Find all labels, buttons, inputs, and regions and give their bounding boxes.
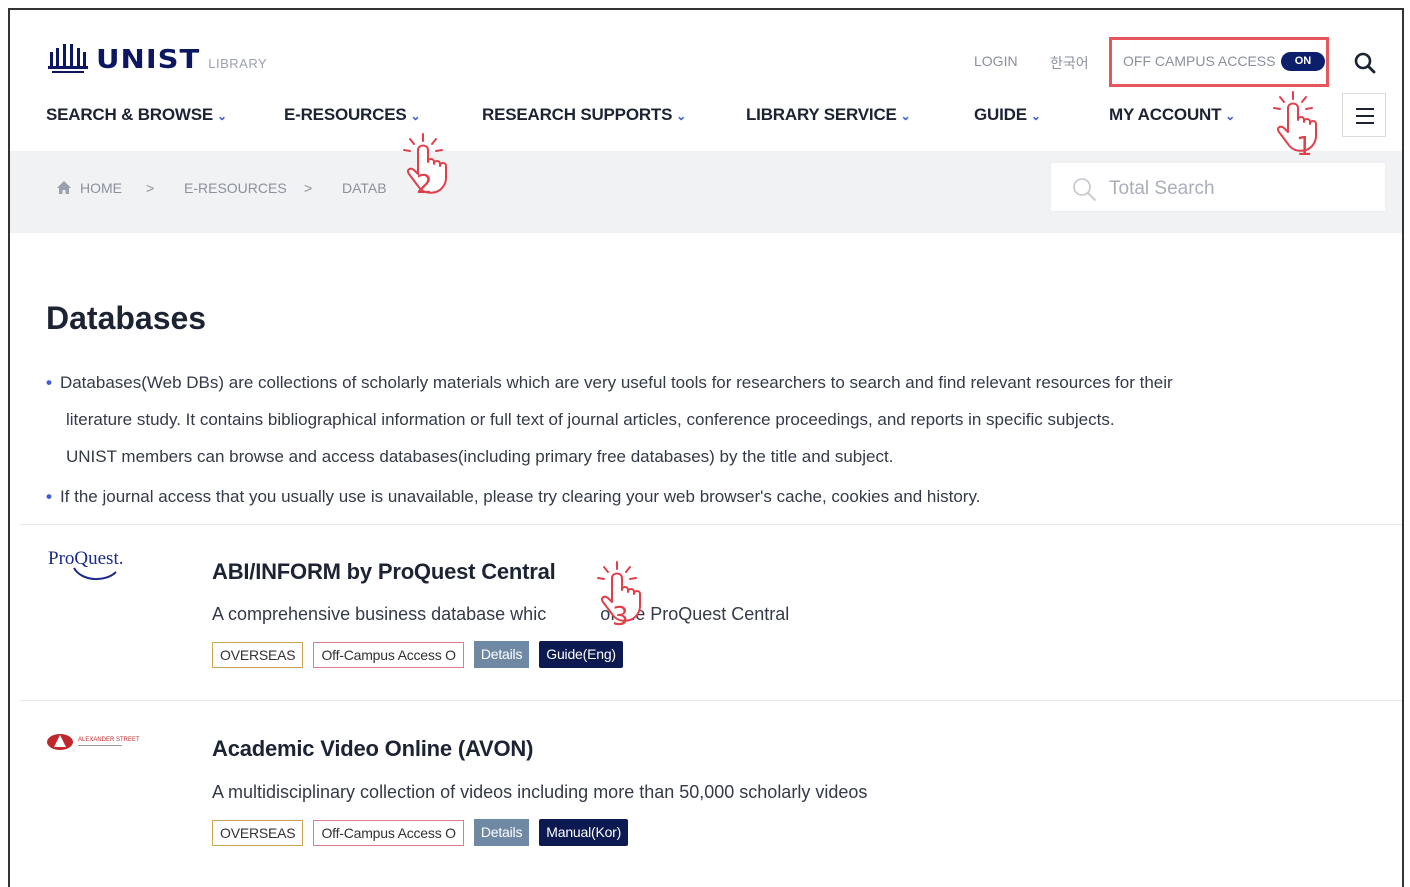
- menu-icon-bar: [1356, 122, 1374, 124]
- nav-label: MY ACCOUNT: [1109, 105, 1222, 124]
- intro-bullet: • Databases(Web DBs) are collections of s…: [46, 373, 1173, 393]
- chevron-down-icon: ⌄: [410, 109, 421, 123]
- manual-button[interactable]: Manual(Kor): [539, 819, 629, 846]
- details-button[interactable]: Details: [473, 641, 530, 668]
- chevron-down-icon: ⌄: [1030, 109, 1041, 123]
- off-campus-tag: Off-Campus Access O: [313, 641, 464, 668]
- marker-number: 1: [1296, 132, 1313, 162]
- nav-library-service[interactable]: LIBRARY SERVICE ⌄: [746, 105, 911, 125]
- region-tag: OVERSEAS: [212, 819, 304, 846]
- divider: [20, 700, 1402, 701]
- total-search-input[interactable]: Total Search: [1050, 162, 1386, 212]
- proquest-logo-text: ProQuest.: [48, 548, 123, 569]
- bullet-dot: •: [46, 373, 52, 392]
- logo-wordmark: UNIST: [96, 43, 201, 75]
- logo-library-label: LIBRARY: [208, 56, 268, 71]
- breadcrumb-databases[interactable]: DATAB: [342, 180, 387, 196]
- chevron-down-icon: ⌄: [1225, 109, 1236, 123]
- menu-icon-bar: [1356, 115, 1374, 117]
- login-link[interactable]: LOGIN: [974, 53, 1018, 69]
- search-placeholder: Total Search: [1109, 178, 1215, 199]
- chevron-down-icon: ⌄: [900, 109, 911, 123]
- nav-research-supports[interactable]: RESEARCH SUPPORTS ⌄: [482, 105, 686, 125]
- db-tags: OVERSEAS Off-Campus Access O Details Man…: [212, 819, 629, 846]
- off-campus-tag: Off-Campus Access O: [313, 819, 464, 846]
- alexander-street-logo: ALEXANDER STREET: [47, 734, 140, 750]
- search-icon[interactable]: [1354, 52, 1376, 74]
- library-emblem-icon: [48, 44, 88, 73]
- nav-label: GUIDE: [974, 105, 1027, 124]
- chevron-down-icon: ⌄: [676, 109, 687, 123]
- nav-e-resources[interactable]: E-RESOURCES ⌄: [284, 105, 421, 125]
- tap-marker-2: 2: [392, 130, 458, 200]
- menu-button[interactable]: [1342, 93, 1386, 137]
- region-tag: OVERSEAS: [212, 641, 304, 668]
- guide-button[interactable]: Guide(Eng): [539, 641, 623, 668]
- proquest-logo: ProQuest.: [48, 548, 123, 580]
- db-description-start: A comprehensive business database whic: [212, 604, 547, 624]
- divider: [20, 524, 1402, 525]
- tap-marker-1: 1: [1262, 88, 1328, 162]
- db-tags: OVERSEAS Off-Campus Access O Details Gui…: [212, 641, 623, 668]
- nav-guide[interactable]: GUIDE ⌄: [974, 105, 1041, 125]
- nav-my-account[interactable]: MY ACCOUNT ⌄: [1109, 105, 1235, 125]
- tap-marker-3: 3: [586, 558, 652, 632]
- nav-label: RESEARCH SUPPORTS: [482, 105, 673, 124]
- breadcrumb-separator: >: [304, 180, 313, 196]
- bullet-text: If the journal access that you usually u…: [59, 487, 981, 506]
- cache-bullet: • If the journal access that you usually …: [46, 487, 980, 507]
- language-link[interactable]: 한국어: [1050, 53, 1089, 73]
- nav-label: E-RESOURCES: [284, 105, 407, 124]
- marker-number: 2: [416, 170, 433, 200]
- breadcrumb-home[interactable]: HOME: [80, 180, 122, 196]
- bullet-text: Databases(Web DBs) are collections of sc…: [59, 373, 1173, 392]
- details-button[interactable]: Details: [473, 819, 530, 846]
- nav-search-browse[interactable]: SEARCH & BROWSE ⌄: [46, 105, 227, 125]
- db-title-abi-inform[interactable]: ABI/INFORM by ProQuest Central: [212, 559, 556, 585]
- intro-bullet-continued: UNIST members can browse and access data…: [66, 447, 894, 466]
- bullet-dot: •: [46, 487, 52, 506]
- nav-label: SEARCH & BROWSE: [46, 105, 214, 124]
- alexander-street-logo-text: ALEXANDER STREET: [78, 737, 140, 743]
- db-description: A multidisciplinary collection of videos…: [212, 782, 868, 802]
- nav-label: LIBRARY SERVICE: [746, 105, 897, 124]
- breadcrumb-separator: >: [146, 180, 155, 196]
- db-title-avon[interactable]: Academic Video Online (AVON): [212, 736, 533, 762]
- unist-library-logo[interactable]: UNIST LIBRARY: [46, 40, 267, 74]
- browser-frame: UNIST LIBRARY LOGIN 한국어 OFF CAMPUS ACCES…: [8, 8, 1404, 887]
- chevron-down-icon: ⌄: [217, 109, 227, 123]
- breadcrumb-e-resources[interactable]: E-RESOURCES: [184, 180, 287, 196]
- intro-bullet-continued: literature study. It contains bibliograp…: [66, 410, 1115, 429]
- marker-number: 3: [612, 602, 629, 632]
- search-icon: [1073, 178, 1096, 201]
- menu-icon-bar: [1356, 108, 1374, 110]
- page-title: Databases: [46, 300, 207, 336]
- db-description: A comprehensive business database whic of…: [212, 604, 789, 625]
- home-icon[interactable]: [56, 180, 72, 196]
- off-campus-access-label: OFF CAMPUS ACCESS: [1123, 53, 1276, 69]
- off-campus-access-toggle[interactable]: ON: [1281, 52, 1325, 71]
- pointing-hand-icon: [1273, 91, 1317, 152]
